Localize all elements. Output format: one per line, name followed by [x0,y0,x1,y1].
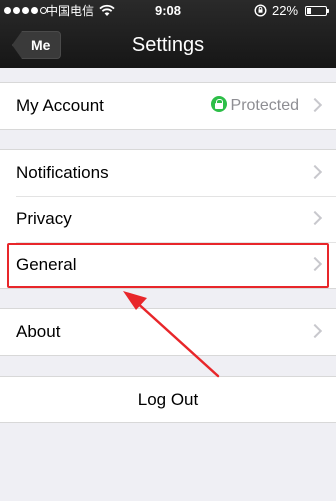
battery-percent: 22% [272,3,299,18]
general-label: General [16,255,77,274]
my-account-row[interactable]: My Account Protected [0,83,336,129]
about-group: About [0,308,336,356]
privacy-row[interactable]: Privacy [0,196,336,242]
notifications-label: Notifications [16,163,109,182]
account-status: Protected [210,83,299,129]
chevron-right-icon [307,256,323,272]
privacy-label: Privacy [16,209,72,228]
notifications-row[interactable]: Notifications [0,150,336,196]
navigation-bar: Settings Me [0,22,336,68]
my-account-label: My Account [16,96,104,115]
account-group: My Account Protected [0,82,336,130]
status-bar: 中国电信 9:08 22% [0,0,336,22]
battery-level [307,8,311,14]
chevron-right-icon [307,210,323,226]
top-bar: 中国电信 9:08 22% Settings Me [0,0,336,68]
about-label: About [16,322,61,341]
chevron-right-icon [307,164,323,180]
lock-icon [210,96,227,112]
rotation-lock-icon [254,4,267,17]
settings-group: Notifications Privacy General [0,149,336,289]
battery-icon [305,6,329,16]
general-row[interactable]: General [0,242,336,288]
logout-group: Log Out [0,376,336,423]
back-button[interactable]: Me [12,31,62,59]
about-row[interactable]: About [0,309,336,355]
chevron-right-icon [307,97,323,113]
chevron-right-icon [307,323,323,339]
logout-button[interactable]: Log Out [0,377,336,422]
account-status-text: Protected [230,97,299,114]
